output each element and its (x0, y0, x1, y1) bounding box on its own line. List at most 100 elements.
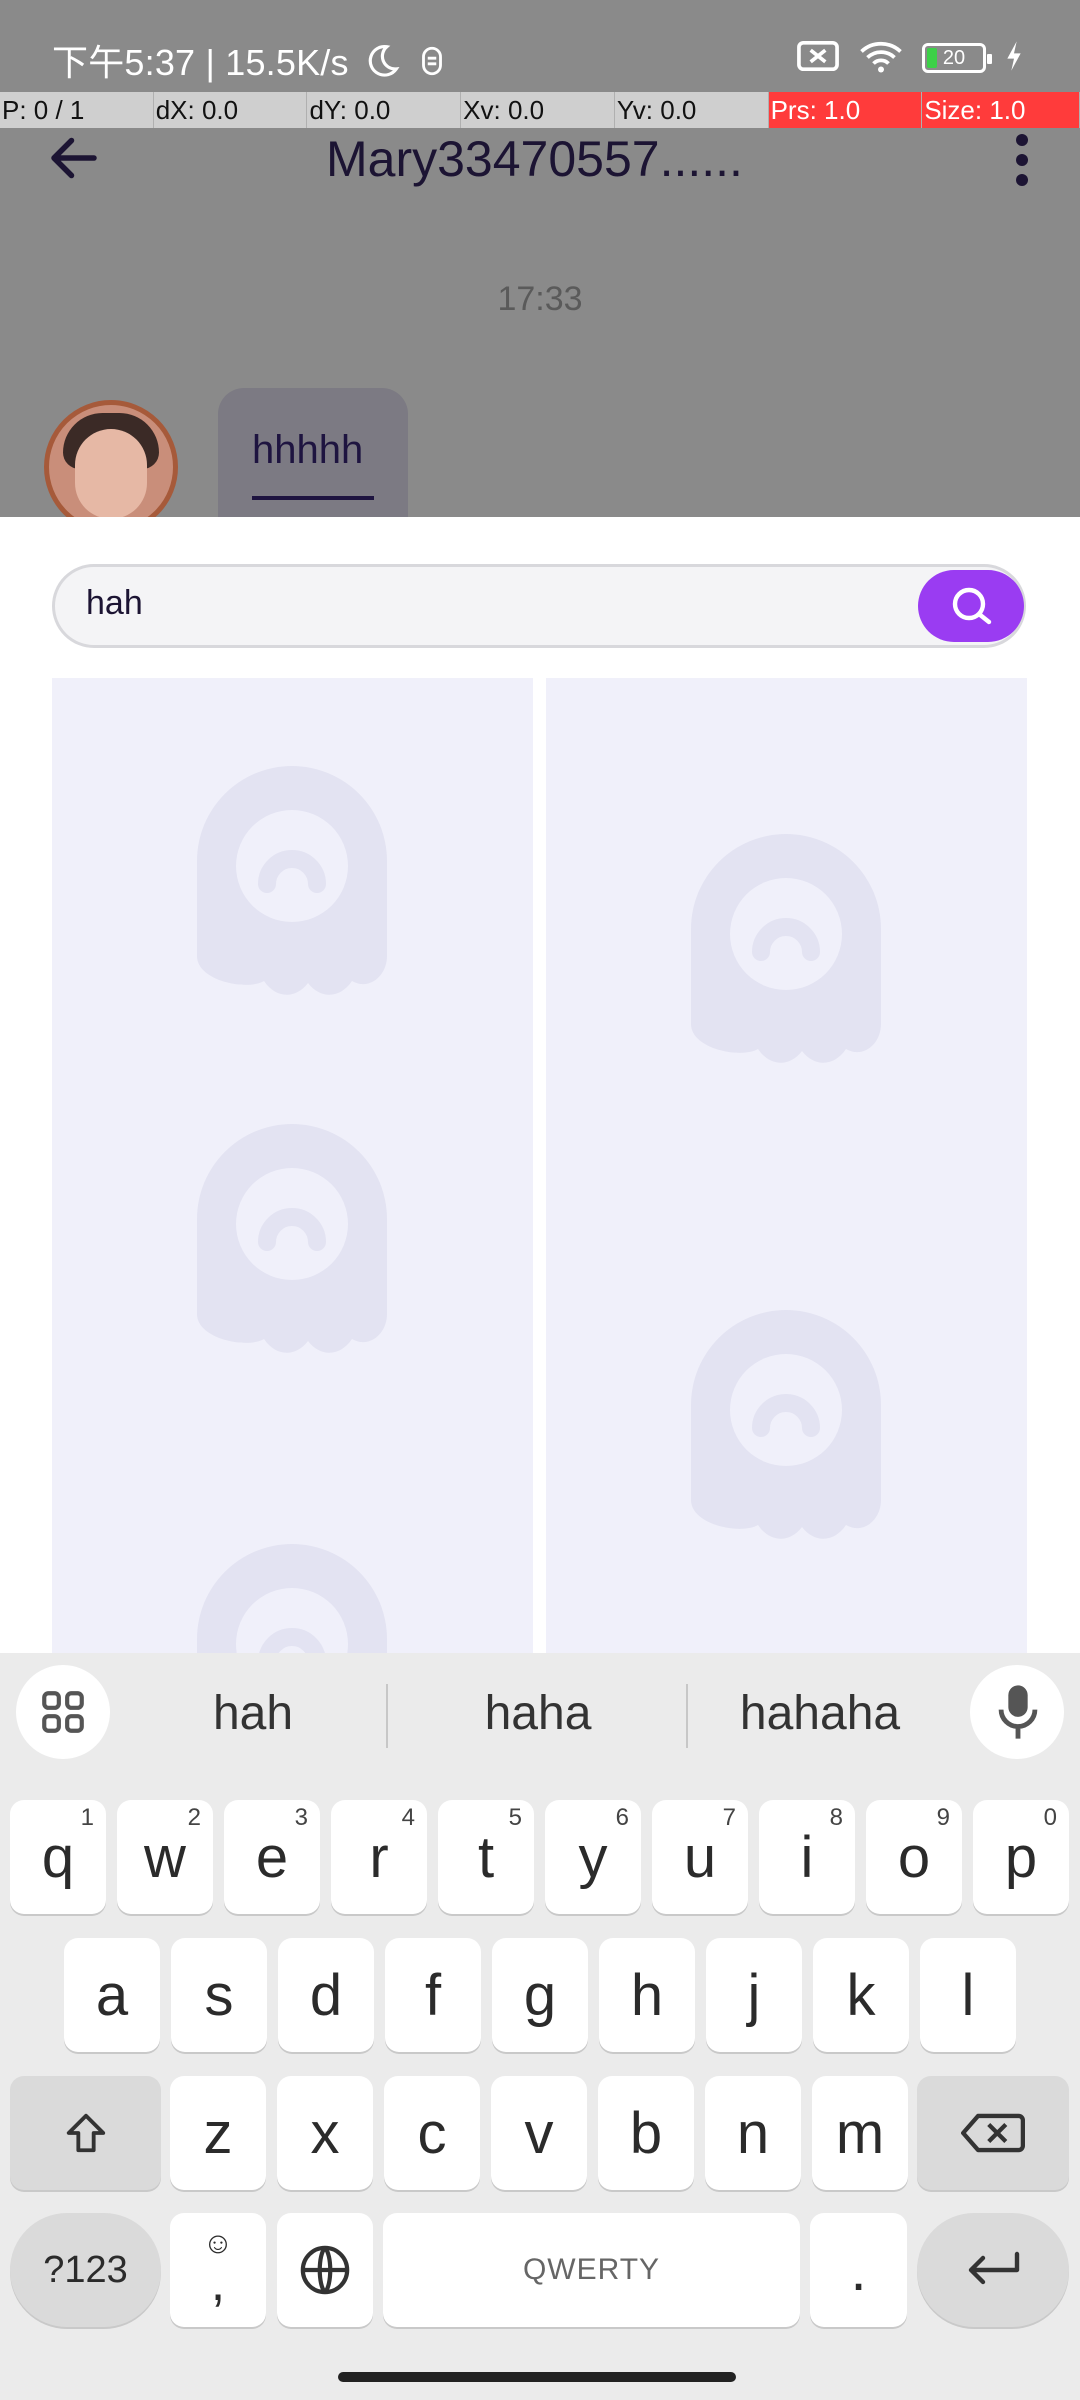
key-w[interactable]: w2 (117, 1800, 213, 1914)
status-icons: 20 (796, 36, 1024, 80)
no-sim-icon (796, 38, 840, 79)
voice-input-button[interactable] (970, 1665, 1064, 1759)
key-label: g (523, 1962, 557, 2028)
pointer-debug-bar: P: 0 / 1 dX: 0.0 dY: 0.0 Xv: 0.0 Yv: 0.0… (0, 92, 1080, 128)
more-options-icon[interactable] (1006, 130, 1038, 190)
key-h[interactable]: h (599, 1938, 695, 2052)
key-d[interactable]: d (278, 1938, 374, 2052)
key-l[interactable]: l (920, 1938, 1016, 2052)
globe-icon (300, 2245, 350, 2295)
key-b[interactable]: b (598, 2076, 694, 2190)
key-o[interactable]: o9 (866, 1800, 962, 1914)
key-number-hint: 7 (722, 1804, 736, 1831)
debug-dx: dX: 0.0 (153, 92, 308, 128)
grid-icon (42, 1691, 84, 1733)
enter-key[interactable] (917, 2213, 1069, 2327)
enter-arrow-icon (968, 2251, 1020, 2285)
key-label: z (203, 2100, 233, 2166)
key-label: l (961, 1962, 975, 2028)
message-underline (252, 496, 374, 500)
back-arrow-icon[interactable] (44, 128, 104, 188)
key-k[interactable]: k (813, 1938, 909, 2052)
key-g[interactable]: g (492, 1938, 588, 2052)
search-input[interactable]: hah (86, 584, 143, 623)
key-n[interactable]: n (705, 2076, 801, 2190)
sticker-placeholder-icon[interactable] (197, 1544, 387, 1653)
comma-label: , (210, 2254, 226, 2312)
key-label: q (41, 1824, 75, 1890)
backspace-key[interactable] (917, 2076, 1069, 2190)
key-label: e (255, 1824, 289, 1890)
suggestion-divider (386, 1684, 388, 1748)
chat-title: Mary33470557...... (326, 131, 743, 187)
status-time-speed-text: 下午5:37 | 15.5K/s (52, 42, 349, 83)
key-number-hint: 2 (187, 1804, 201, 1831)
shift-arrow-icon (66, 2113, 105, 2153)
comma-emoji-key[interactable]: ☺ , (170, 2213, 266, 2327)
message-timestamp: 17:33 (497, 280, 583, 318)
shift-key[interactable] (10, 2076, 161, 2190)
key-label: s (204, 1962, 234, 2028)
key-a[interactable]: a (64, 1938, 160, 2052)
key-label: t (477, 1824, 495, 1890)
suggestion-3[interactable]: hahaha (700, 1686, 940, 1741)
key-number-hint: 5 (508, 1804, 522, 1831)
debug-yv: Yv: 0.0 (614, 92, 769, 128)
results-column-left (52, 678, 533, 1653)
symbols-key[interactable]: ?123 (10, 2213, 161, 2327)
key-f[interactable]: f (385, 1938, 481, 2052)
key-number-hint: 4 (401, 1804, 415, 1831)
keyboard-apps-button[interactable] (16, 1665, 110, 1759)
key-v[interactable]: v (491, 2076, 587, 2190)
search-field[interactable] (52, 564, 1026, 648)
wifi-icon (858, 38, 904, 79)
key-y[interactable]: y6 (545, 1800, 641, 1914)
key-label: f (424, 1962, 442, 2028)
key-label: v (524, 2100, 554, 2166)
key-label: a (95, 1962, 129, 2028)
key-j[interactable]: j (706, 1938, 802, 2052)
sticker-placeholder-icon[interactable] (197, 1124, 387, 1354)
suggestion-1[interactable]: hah (140, 1686, 366, 1741)
debug-xv: Xv: 0.0 (461, 92, 615, 128)
key-label: o (897, 1824, 931, 1890)
key-label: u (683, 1824, 717, 1890)
key-z[interactable]: z (170, 2076, 266, 2190)
key-label: d (309, 1962, 343, 2028)
key-label: k (846, 1962, 876, 2028)
space-key[interactable]: QWERTY (383, 2213, 800, 2327)
key-q[interactable]: q1 (10, 1800, 106, 1914)
key-c[interactable]: c (384, 2076, 480, 2190)
debug-pressure: Prs: 1.0 (768, 92, 923, 128)
key-number-hint: 1 (80, 1804, 94, 1831)
space-key-label: QWERTY (522, 2253, 661, 2286)
home-indicator[interactable] (338, 2372, 736, 2382)
search-button[interactable] (918, 570, 1024, 642)
key-p[interactable]: p0 (973, 1800, 1069, 1914)
key-i[interactable]: i8 (759, 1800, 855, 1914)
period-key[interactable]: . (810, 2213, 907, 2327)
suggestion-2[interactable]: haha (410, 1686, 666, 1741)
key-t[interactable]: t5 (438, 1800, 534, 1914)
key-m[interactable]: m (812, 2076, 908, 2190)
microphone-icon (998, 1685, 1038, 1739)
key-u[interactable]: u7 (652, 1800, 748, 1914)
sticker-placeholder-icon[interactable] (691, 1310, 881, 1540)
charging-icon (1004, 40, 1024, 77)
key-label: h (630, 1962, 664, 2028)
key-r[interactable]: r4 (331, 1800, 427, 1914)
avatar[interactable] (44, 400, 178, 534)
key-s[interactable]: s (171, 1938, 267, 2052)
notification-icon (419, 44, 445, 87)
suggestion-divider (686, 1684, 688, 1748)
key-e[interactable]: e3 (224, 1800, 320, 1914)
language-key[interactable] (277, 2213, 373, 2327)
key-label: j (747, 1962, 761, 2028)
key-number-hint: 6 (615, 1804, 629, 1831)
sticker-placeholder-icon[interactable] (197, 766, 387, 996)
status-time-speed: 下午5:37 | 15.5K/s (52, 34, 445, 89)
key-x[interactable]: x (277, 2076, 373, 2190)
key-label: w (144, 1824, 186, 1890)
key-label: c (417, 2100, 447, 2166)
sticker-placeholder-icon[interactable] (691, 834, 881, 1064)
